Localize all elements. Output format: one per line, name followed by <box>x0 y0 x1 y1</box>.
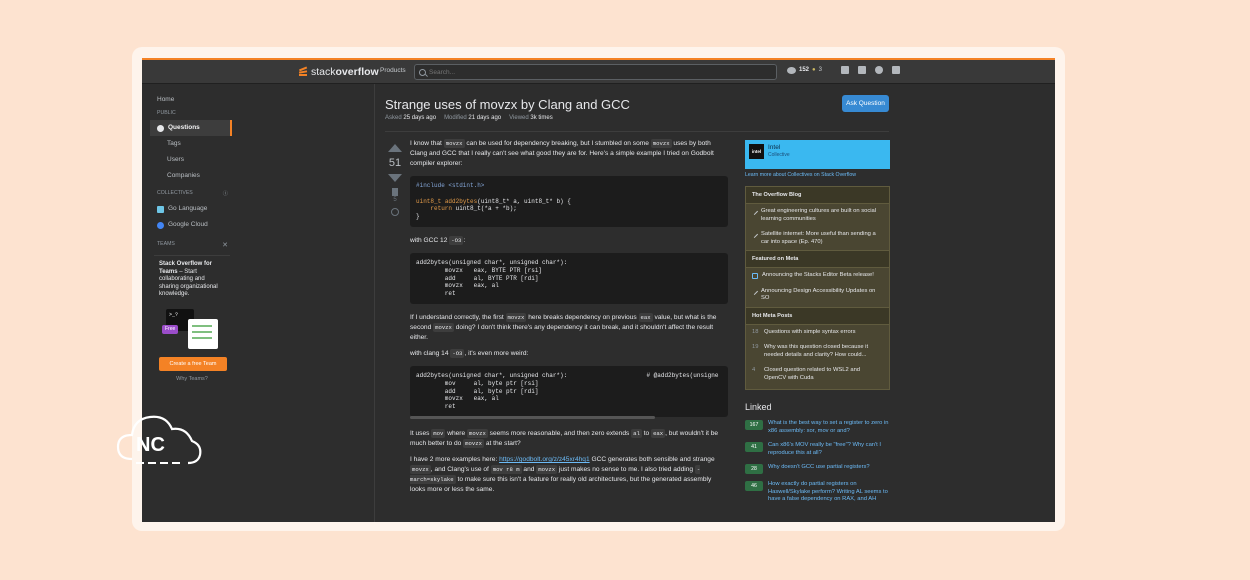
post-paragraph: with clang 14 -O3, it's even more weird: <box>410 348 529 358</box>
post-paragraph: with GCC 12 -O3: <box>410 235 466 245</box>
hot-meta-item[interactable]: 19 Why was this question closed because i… <box>746 340 889 363</box>
top-bar: stackoverflow Products 152 ● 3 <box>142 60 1055 84</box>
search-box[interactable] <box>414 64 777 80</box>
info-icon[interactable]: ⓘ <box>223 190 228 197</box>
blog-header: The Overflow Blog <box>746 187 889 204</box>
sidebar-item-users[interactable]: Users <box>152 152 232 168</box>
stackoverflow-logo[interactable]: stack overflow <box>297 64 379 80</box>
godbolt-link[interactable]: https://godbolt.org/z/z45xr4hq1 <box>499 456 590 463</box>
stackexchange-icon[interactable] <box>891 66 900 74</box>
meta-item[interactable]: Announcing Design Accessibility Updates … <box>746 284 889 307</box>
badge-dot-icon: ● <box>812 67 816 73</box>
vote-cell: 51 5 <box>385 144 405 216</box>
code-scrollbar[interactable] <box>410 415 655 419</box>
linked-header: Linked <box>745 402 772 412</box>
top-icons: 152 ● 3 <box>787 66 900 74</box>
teams-section: TEAMS ✕ <box>157 241 228 249</box>
code-block-gcc-asm[interactable]: add2bytes(unsigned char*, unsigned char*… <box>410 252 728 304</box>
post-paragraph: I have 2 more examples here: https://god… <box>410 455 715 493</box>
question-body: I know that movzx can be used for depend… <box>410 139 728 501</box>
intel-logo: intel <box>749 144 764 159</box>
hot-meta-item[interactable]: 18 Questions with simple syntax errors <box>746 325 889 341</box>
sidebar-item-companies[interactable]: Companies <box>152 168 232 184</box>
hot-meta-item[interactable]: 4 Closed question related to WSL2 and Ope… <box>746 363 889 389</box>
ask-question-button[interactable]: Ask Question <box>842 95 889 112</box>
avatar-icon <box>787 66 796 74</box>
go-icon <box>157 205 164 213</box>
learn-collectives-link[interactable]: Learn more about Collectives on Stack Ov… <box>745 172 890 178</box>
intel-collective-card[interactable]: intel Intel Collective <box>745 140 890 169</box>
question-meta: Asked 25 days ago Modified 21 days ago V… <box>385 115 553 121</box>
inbox-icon[interactable] <box>840 66 849 74</box>
right-sidebar: intel Intel Collective Learn more about … <box>745 140 890 511</box>
post-paragraph: It uses mov where movzx seems more reaso… <box>410 428 719 448</box>
sidebar-widget: The Overflow Blog Great engineering cult… <box>745 186 890 390</box>
history-icon[interactable] <box>391 208 399 216</box>
search-input[interactable] <box>429 68 759 76</box>
why-teams-link[interactable]: Why Teams? <box>159 376 225 384</box>
pencil-icon <box>750 230 759 239</box>
svg-text:NC: NC <box>136 434 165 456</box>
search-icon <box>419 68 426 76</box>
blog-item[interactable]: Great engineering cultures are built on … <box>746 204 889 227</box>
nc-cloud-logo: NC <box>116 415 202 465</box>
upvote-icon[interactable] <box>388 144 402 152</box>
bookmark-count: 5 <box>393 197 397 203</box>
trophy-icon[interactable] <box>857 66 866 74</box>
teams-illustration: >_? Free <box>162 305 222 353</box>
meta-item[interactable]: Announcing the Stacks Editor Beta releas… <box>746 268 889 284</box>
meta-icon <box>752 273 758 279</box>
sidebar-item-questions[interactable]: Questions <box>150 120 232 136</box>
linked-question[interactable]: 167 What is the best way to set a registe… <box>745 420 890 435</box>
globe-icon <box>157 124 164 132</box>
sidebar-item-home[interactable]: Home <box>152 92 232 108</box>
vote-count: 51 <box>388 157 402 169</box>
pencil-icon <box>750 287 759 295</box>
question-title[interactable]: Strange uses of movzx by Clang and GCC <box>385 97 630 112</box>
code-block-cpp[interactable]: #include <stdint.h> uint8_t add2bytes(ui… <box>410 176 728 227</box>
create-team-button[interactable]: Create a free Team <box>159 356 227 371</box>
linked-question[interactable]: 41 Can x86's MOV really be "free"? Why ca… <box>745 442 890 457</box>
sidebar-item-tags[interactable]: Tags <box>152 136 232 152</box>
linked-question[interactable]: 28 Why doesn't GCC use partial registers? <box>745 464 890 474</box>
linked-question[interactable]: 46 How exactly do partial registers on Ha… <box>745 481 890 504</box>
teams-promo: Stack Overflow for Teams – Start collabo… <box>154 255 230 388</box>
title-divider <box>385 131 889 132</box>
bookmark-icon[interactable] <box>392 188 398 196</box>
sidebar-divider <box>374 84 375 522</box>
stack-logo-icon <box>297 65 309 79</box>
close-icon[interactable]: ✕ <box>222 241 228 249</box>
downvote-icon[interactable] <box>388 174 402 182</box>
sidebar-collective-go[interactable]: Go Language <box>152 201 232 217</box>
products-link[interactable]: Products <box>380 67 406 74</box>
collectives-section: COLLECTIVES ⓘ <box>157 190 228 197</box>
post-paragraph: If I understand correctly, the first mov… <box>410 312 717 341</box>
hot-meta-header: Hot Meta Posts <box>746 306 889 325</box>
user-reputation[interactable]: 152 ● 3 <box>787 66 822 74</box>
pencil-icon <box>750 207 759 216</box>
left-sidebar: Home PUBLIC Questions Tags Users Compani… <box>150 92 232 388</box>
google-cloud-icon <box>157 221 164 229</box>
blog-item[interactable]: Satellite internet: More useful than sen… <box>746 227 889 250</box>
sidebar-collective-gcloud[interactable]: Google Cloud <box>152 217 232 233</box>
code-block-clang-asm[interactable]: add2bytes(unsigned char*, unsigned char*… <box>410 365 728 417</box>
help-icon[interactable] <box>874 66 883 74</box>
browser-viewport: stackoverflow Products 152 ● 3 Strange u… <box>142 58 1055 522</box>
meta-header: Featured on Meta <box>746 250 889 268</box>
post-paragraph: I know that movzx can be used for depend… <box>410 139 714 167</box>
